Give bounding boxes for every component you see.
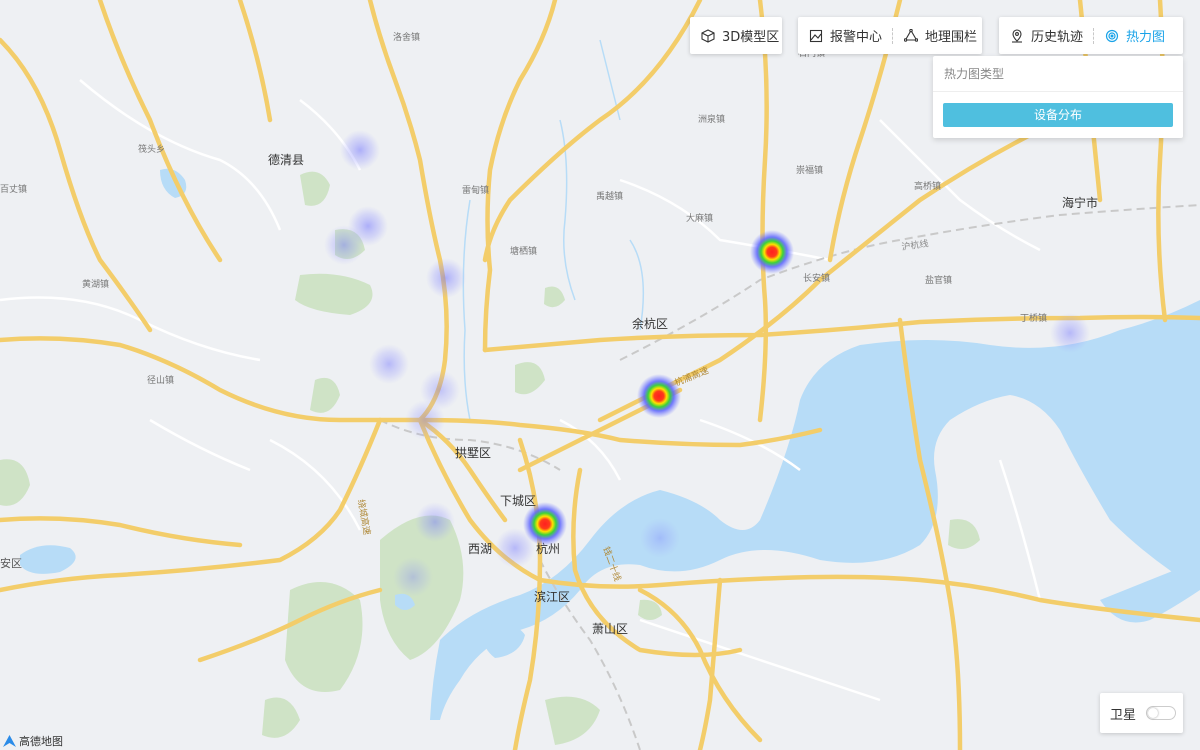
history-track-button[interactable]: 历史轨迹 bbox=[999, 17, 1093, 54]
heatmap-button[interactable]: 热力图 bbox=[1094, 17, 1175, 54]
device-distribution-button[interactable]: 设备分布 bbox=[943, 103, 1173, 127]
label-gaoqiao: 高桥镇 bbox=[914, 180, 941, 192]
satellite-toggle-box: 卫星 bbox=[1100, 693, 1183, 733]
heatmap-point-xihu-n bbox=[415, 502, 455, 542]
heatmap-point-west1 bbox=[369, 344, 409, 384]
heatmap-label: 热力图 bbox=[1126, 30, 1166, 45]
toolbar-3d-group: 3D模型区 bbox=[690, 17, 782, 54]
heatmap-type-title: 热力图类型 bbox=[933, 56, 1183, 92]
label-daqian: 大麻镇 bbox=[686, 212, 713, 224]
label-haining: 海宁市 bbox=[1062, 195, 1098, 210]
toolbar-history-group: 历史轨迹 热力图 bbox=[999, 17, 1183, 54]
label-jingshan: 径山镇 bbox=[147, 374, 174, 386]
geofence-label: 地理围栏 bbox=[925, 30, 978, 45]
amap-logo-icon bbox=[3, 735, 16, 747]
label-leidian: 雷甸镇 bbox=[462, 184, 489, 196]
label-deqing: 德清县 bbox=[268, 152, 304, 167]
heatmap-point-mid bbox=[405, 400, 445, 440]
label-gongshu: 拱墅区 bbox=[455, 446, 491, 460]
toolbar-alarm-group: 报警中心 地理围栏 bbox=[798, 17, 982, 54]
label-yanguan: 盐官镇 bbox=[925, 274, 952, 286]
label-zhouquan: 洲泉镇 bbox=[698, 113, 725, 125]
alarm-center-label: 报警中心 bbox=[830, 30, 883, 45]
heatmap-point-changan bbox=[750, 230, 794, 274]
label-baiwen: 百丈镇 bbox=[0, 183, 27, 195]
label-huanghu: 黄湖镇 bbox=[82, 278, 109, 290]
label-luoshe: 洛舍镇 bbox=[393, 31, 420, 43]
heatmap-point-xihu-s bbox=[393, 557, 433, 597]
polygon-icon bbox=[903, 28, 919, 44]
label-xiacheng: 下城区 bbox=[500, 494, 536, 508]
satellite-switch[interactable] bbox=[1146, 706, 1177, 720]
model3d-button[interactable]: 3D模型区 bbox=[690, 17, 789, 54]
model3d-label: 3D模型区 bbox=[722, 30, 780, 45]
label-changan: 长安镇 bbox=[803, 272, 830, 284]
heatmap-point-deqing-s2 bbox=[324, 225, 364, 265]
history-track-label: 历史轨迹 bbox=[1031, 30, 1084, 45]
location-pin-icon bbox=[1009, 28, 1025, 44]
image-frame-icon bbox=[808, 28, 824, 44]
label-fanjia: 筏头乡 bbox=[138, 143, 165, 155]
heatmap-icon bbox=[1104, 28, 1120, 44]
label-dingqiao: 丁桥镇 bbox=[1020, 312, 1047, 324]
switch-knob bbox=[1148, 708, 1159, 718]
heatmap-type-panel: 热力图类型 设备分布 bbox=[933, 56, 1183, 138]
heatmap-point-deqing-n bbox=[340, 130, 380, 170]
label-xiaoshan: 萧山区 bbox=[592, 622, 628, 636]
heatmap-point-jianggan bbox=[640, 518, 680, 558]
cube-icon bbox=[700, 28, 716, 44]
map-attribution: 高德地图 bbox=[3, 733, 63, 749]
alarm-center-button[interactable]: 报警中心 bbox=[798, 17, 892, 54]
heatmap-point-xihu-e bbox=[495, 528, 535, 568]
label-yunhe: 禹越镇 bbox=[596, 190, 623, 202]
label-tangqi: 塘栖镇 bbox=[510, 245, 537, 257]
heatmap-point-dingqiao bbox=[1050, 313, 1090, 353]
amap-logo-text: 高德地图 bbox=[19, 735, 63, 748]
heatmap-point-liangzhu bbox=[426, 258, 466, 298]
label-anqu: 安区 bbox=[0, 556, 22, 570]
heatmap-point-linping bbox=[637, 374, 681, 418]
label-binjiang: 滨江区 bbox=[534, 589, 570, 604]
label-xihu: 西湖 bbox=[468, 541, 492, 556]
satellite-label: 卫星 bbox=[1110, 707, 1137, 723]
label-chongfu: 崇福镇 bbox=[796, 164, 823, 176]
label-yuhang: 余杭区 bbox=[632, 316, 668, 331]
geofence-button[interactable]: 地理围栏 bbox=[893, 17, 987, 54]
